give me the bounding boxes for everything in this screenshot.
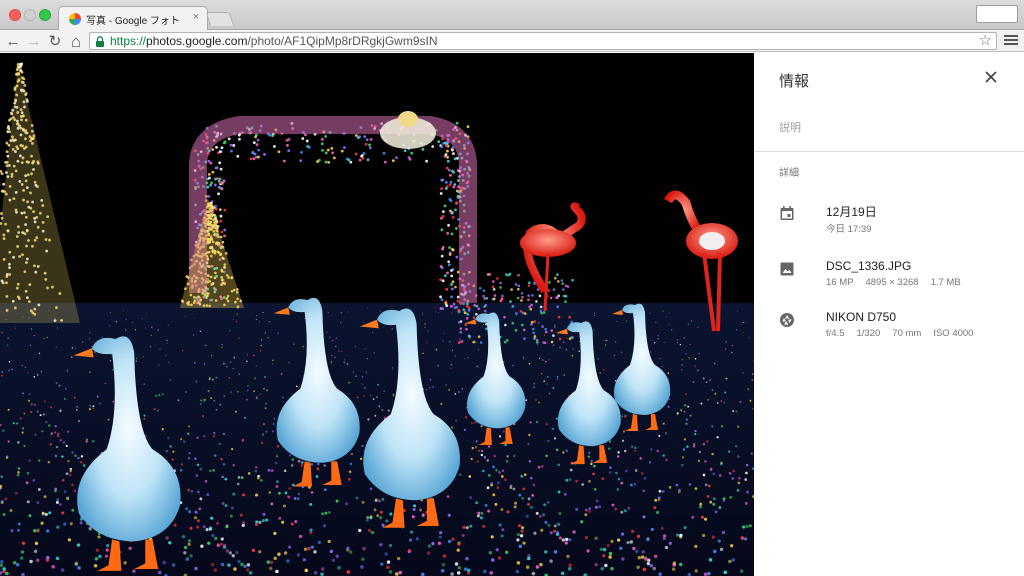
- iso-value: ISO 4000: [933, 328, 974, 339]
- back-arrow-icon[interactable]: ←: [4, 32, 22, 50]
- address-bar[interactable]: https://photos.google.com/photo/AF1QipMp…: [89, 32, 997, 50]
- date-text: 12月19日: [826, 205, 877, 219]
- shutter-value: 1/320: [856, 328, 881, 339]
- detail-date: 12月19日 今日 17:39: [754, 203, 1024, 243]
- exposure-meta: f/4.5 1/320 70 mm ISO 4000: [826, 328, 985, 339]
- tab-title: 写真 - Google フォト: [86, 16, 180, 27]
- browser-toolbar: ← → ↻ ⌂ https://photos.google.com/photo/…: [0, 30, 1024, 52]
- url-host: photos.google.com: [146, 34, 248, 48]
- info-panel: 情報 説明 詳細 12月19日 今日 17:39 DSC_1336.JPG 16…: [754, 53, 1024, 576]
- bookmark-star-icon[interactable]: ☆: [979, 33, 992, 49]
- url-path: /photo/AF1QipMp8rDRgkjGwm9sIN: [247, 34, 438, 48]
- calendar-icon: [780, 206, 794, 220]
- file-size: 1.7 MB: [930, 277, 961, 288]
- window-minimize-button[interactable]: [24, 9, 36, 21]
- google-photos-pinwheel-icon: [69, 13, 81, 25]
- file-name: DSC_1336.JPG: [826, 259, 912, 273]
- description-input[interactable]: 説明: [779, 119, 801, 135]
- details-label: 詳細: [779, 168, 799, 179]
- tab-close-icon[interactable]: ×: [193, 11, 199, 23]
- focal-length-value: 70 mm: [892, 328, 922, 339]
- lock-icon: [96, 36, 104, 47]
- aperture-value: f/4.5: [826, 328, 845, 339]
- chrome-menu-icon[interactable]: [1004, 33, 1018, 47]
- new-tab-button[interactable]: [205, 12, 235, 26]
- detail-file: DSC_1336.JPG 16 MP 4895 × 3268 1.7 MB: [754, 259, 1024, 299]
- home-icon[interactable]: ⌂: [67, 32, 85, 50]
- file-meta: 16 MP 4895 × 3268 1.7 MB: [826, 277, 973, 288]
- browser-tab[interactable]: 写真 - Google フォト ×: [58, 6, 208, 30]
- url-text: https://photos.google.com/photo/AF1QipMp…: [110, 34, 438, 49]
- file-dimensions: 4895 × 3268: [865, 277, 919, 288]
- window-close-button[interactable]: [9, 9, 21, 21]
- forward-arrow-icon[interactable]: →: [25, 32, 43, 50]
- divider: [754, 151, 1024, 152]
- url-scheme: https://: [110, 34, 147, 48]
- photo-image: [0, 53, 754, 576]
- aperture-icon: [780, 313, 794, 327]
- reload-icon[interactable]: ↻: [46, 32, 64, 50]
- window-zoom-button[interactable]: [39, 9, 51, 21]
- detail-camera: NIKON D750 f/4.5 1/320 70 mm ISO 4000: [754, 310, 1024, 350]
- panel-title: 情報: [779, 73, 810, 90]
- time-text: 今日 17:39: [826, 224, 872, 235]
- image-icon: [780, 262, 794, 276]
- camera-model: NIKON D750: [826, 310, 897, 324]
- file-megapixels: 16 MP: [826, 277, 854, 288]
- profile-button[interactable]: [976, 5, 1018, 23]
- photo-viewer[interactable]: [0, 53, 754, 576]
- close-icon[interactable]: [984, 70, 998, 84]
- browser-tab-strip: 写真 - Google フォト ×: [0, 0, 1024, 30]
